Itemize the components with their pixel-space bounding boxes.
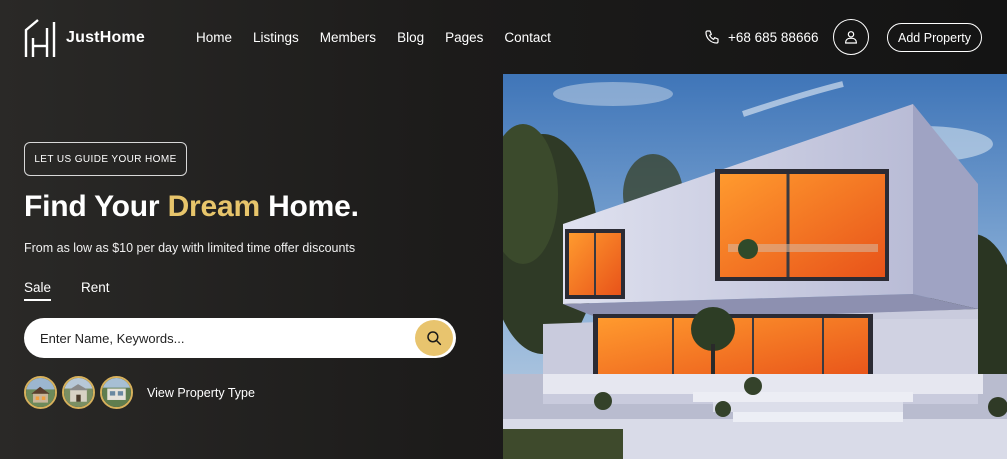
phone-link[interactable]: +68 685 88666 — [704, 29, 818, 45]
house-photo-icon — [102, 378, 131, 407]
search-bar — [24, 318, 456, 358]
hero-title-end: Home. — [259, 190, 359, 223]
site-header: JustHome Home Listings Members Blog Page… — [0, 0, 1007, 74]
nav-item-listings[interactable]: Listings — [253, 30, 299, 45]
brand-logo[interactable]: JustHome — [24, 18, 145, 58]
property-thumb[interactable] — [62, 376, 95, 409]
property-type-thumbnails: View Property Type — [24, 376, 255, 409]
tab-sale[interactable]: Sale — [24, 280, 52, 301]
hero-subtitle: From as low as $10 per day with limited … — [24, 241, 356, 255]
listing-type-tabs: Sale Rent — [24, 280, 140, 301]
hero-house-image — [503, 74, 1007, 459]
phone-icon — [705, 30, 719, 44]
building-logo-icon — [24, 19, 56, 57]
page: JustHome Home Listings Members Blog Page… — [0, 0, 1007, 459]
property-thumb[interactable] — [24, 376, 57, 409]
search-input[interactable] — [40, 318, 400, 358]
guide-tag-button[interactable]: LET US GUIDE YOUR HOME — [24, 142, 187, 176]
brand-name: JustHome — [66, 29, 145, 46]
user-account-button[interactable] — [833, 19, 869, 55]
hero-title: Find Your Dream Home. — [24, 190, 359, 224]
house-photo-icon — [64, 378, 93, 407]
search-icon — [427, 331, 442, 346]
search-button[interactable] — [415, 320, 453, 356]
modern-house-illustration — [503, 74, 1007, 459]
nav-item-contact[interactable]: Contact — [504, 30, 551, 45]
view-property-type-link[interactable]: View Property Type — [147, 386, 255, 400]
user-icon — [845, 31, 857, 44]
nav-item-pages[interactable]: Pages — [445, 30, 483, 45]
add-property-button[interactable]: Add Property — [887, 23, 982, 52]
nav-item-home[interactable]: Home — [196, 30, 232, 45]
phone-number: +68 685 88666 — [728, 29, 819, 45]
nav-item-members[interactable]: Members — [320, 30, 376, 45]
nav-item-blog[interactable]: Blog — [397, 30, 424, 45]
property-thumb[interactable] — [100, 376, 133, 409]
tab-rent[interactable]: Rent — [81, 280, 110, 301]
hero-title-start: Find Your — [24, 190, 168, 223]
main-nav: Home Listings Members Blog Pages Contact — [196, 30, 572, 45]
house-photo-icon — [26, 378, 55, 407]
hero-title-accent: Dream — [167, 190, 261, 223]
